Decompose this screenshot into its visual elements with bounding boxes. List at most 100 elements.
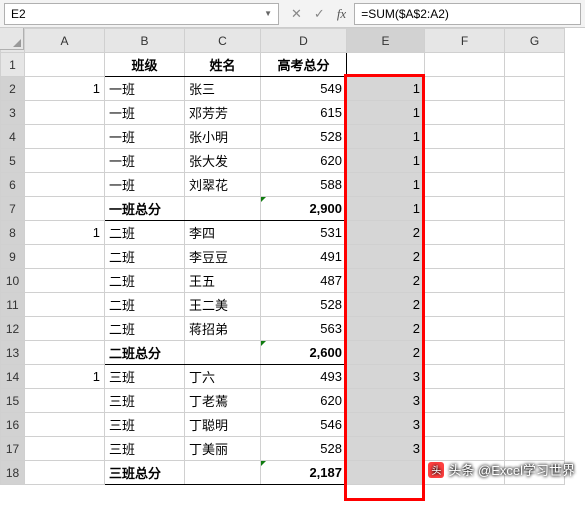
cell[interactable]: 2 (347, 317, 425, 341)
cell[interactable]: 一班总分 (105, 197, 185, 221)
cell[interactable] (425, 125, 505, 149)
cell[interactable]: 2 (347, 269, 425, 293)
cell[interactable] (425, 389, 505, 413)
cell[interactable] (347, 461, 425, 485)
row-header[interactable]: 15 (1, 389, 25, 413)
row-header[interactable]: 18 (1, 461, 25, 485)
cell[interactable]: 姓名 (185, 53, 261, 77)
cell[interactable]: 一班 (105, 77, 185, 101)
cell[interactable]: 张三 (185, 77, 261, 101)
row-header[interactable]: 12 (1, 317, 25, 341)
cell[interactable]: 3 (347, 437, 425, 461)
cell[interactable] (25, 197, 105, 221)
cell[interactable]: 3 (347, 389, 425, 413)
col-header-C[interactable]: C (185, 29, 261, 53)
cell[interactable]: 张小明 (185, 125, 261, 149)
cell[interactable]: 2 (347, 221, 425, 245)
row-header[interactable]: 8 (1, 221, 25, 245)
cell[interactable] (505, 293, 565, 317)
col-header-D[interactable]: D (261, 29, 347, 53)
cell[interactable]: 三班 (105, 437, 185, 461)
row-header[interactable]: 6 (1, 173, 25, 197)
cell[interactable]: 3 (347, 365, 425, 389)
cell[interactable]: 1 (25, 365, 105, 389)
cell[interactable]: 二班 (105, 269, 185, 293)
cell[interactable] (505, 149, 565, 173)
cell[interactable] (25, 341, 105, 365)
cell[interactable] (505, 365, 565, 389)
cell[interactable] (425, 101, 505, 125)
cell[interactable]: 一班 (105, 173, 185, 197)
row-header[interactable]: 2 (1, 77, 25, 101)
cell[interactable] (25, 317, 105, 341)
col-header-F[interactable]: F (425, 29, 505, 53)
cell[interactable]: 王五 (185, 269, 261, 293)
cell[interactable] (425, 437, 505, 461)
chevron-down-icon[interactable]: ▼ (264, 9, 272, 18)
fx-icon[interactable]: fx (337, 6, 346, 22)
cell[interactable]: 1 (347, 101, 425, 125)
cell[interactable]: 张大发 (185, 149, 261, 173)
cell[interactable]: 一班 (105, 125, 185, 149)
cell[interactable] (505, 317, 565, 341)
cell[interactable] (25, 125, 105, 149)
cell[interactable] (425, 269, 505, 293)
cell[interactable]: 2 (347, 245, 425, 269)
cancel-icon[interactable]: ✕ (291, 6, 302, 22)
cell[interactable]: 563 (261, 317, 347, 341)
cell[interactable] (505, 173, 565, 197)
cell[interactable] (425, 149, 505, 173)
cell[interactable] (505, 53, 565, 77)
cell[interactable]: 1 (347, 77, 425, 101)
row-header[interactable]: 4 (1, 125, 25, 149)
cell[interactable]: 588 (261, 173, 347, 197)
cell[interactable]: 高考总分 (261, 53, 347, 77)
cell[interactable]: 2,900 (261, 197, 347, 221)
cell[interactable] (505, 413, 565, 437)
confirm-icon[interactable]: ✓ (314, 6, 325, 22)
cell[interactable]: 1 (347, 149, 425, 173)
cell[interactable]: 528 (261, 125, 347, 149)
cell[interactable]: 二班 (105, 293, 185, 317)
cell[interactable]: 487 (261, 269, 347, 293)
cell[interactable] (505, 437, 565, 461)
row-header[interactable]: 17 (1, 437, 25, 461)
cell[interactable]: 一班 (105, 101, 185, 125)
cell[interactable]: 刘翠花 (185, 173, 261, 197)
col-header-E[interactable]: E (347, 29, 425, 53)
cell[interactable] (505, 101, 565, 125)
cell[interactable] (25, 437, 105, 461)
cell[interactable]: 班级 (105, 53, 185, 77)
row-header[interactable]: 3 (1, 101, 25, 125)
cell[interactable]: 三班 (105, 365, 185, 389)
cell[interactable] (425, 53, 505, 77)
cell[interactable] (425, 221, 505, 245)
col-header-B[interactable]: B (105, 29, 185, 53)
row-header[interactable]: 7 (1, 197, 25, 221)
cell[interactable]: 邓芳芳 (185, 101, 261, 125)
cell[interactable]: 3 (347, 413, 425, 437)
cell[interactable] (425, 365, 505, 389)
cell[interactable] (505, 341, 565, 365)
cell[interactable] (25, 461, 105, 485)
cell[interactable] (185, 197, 261, 221)
cell[interactable]: 546 (261, 413, 347, 437)
name-box[interactable]: E2 ▼ (4, 3, 279, 25)
cell[interactable] (505, 197, 565, 221)
cell[interactable] (425, 413, 505, 437)
cell[interactable]: 蒋招弟 (185, 317, 261, 341)
cell[interactable] (25, 101, 105, 125)
formula-input[interactable]: =SUM($A$2:A2) (354, 3, 581, 25)
cell[interactable] (425, 293, 505, 317)
cell[interactable]: 528 (261, 293, 347, 317)
cell[interactable]: 二班总分 (105, 341, 185, 365)
cell[interactable]: 三班总分 (105, 461, 185, 485)
row-header[interactable]: 14 (1, 365, 25, 389)
cell[interactable]: 1 (25, 77, 105, 101)
cell[interactable] (25, 173, 105, 197)
cell[interactable] (25, 389, 105, 413)
cell[interactable] (505, 125, 565, 149)
cell[interactable] (425, 173, 505, 197)
cell[interactable] (505, 221, 565, 245)
row-header[interactable]: 13 (1, 341, 25, 365)
